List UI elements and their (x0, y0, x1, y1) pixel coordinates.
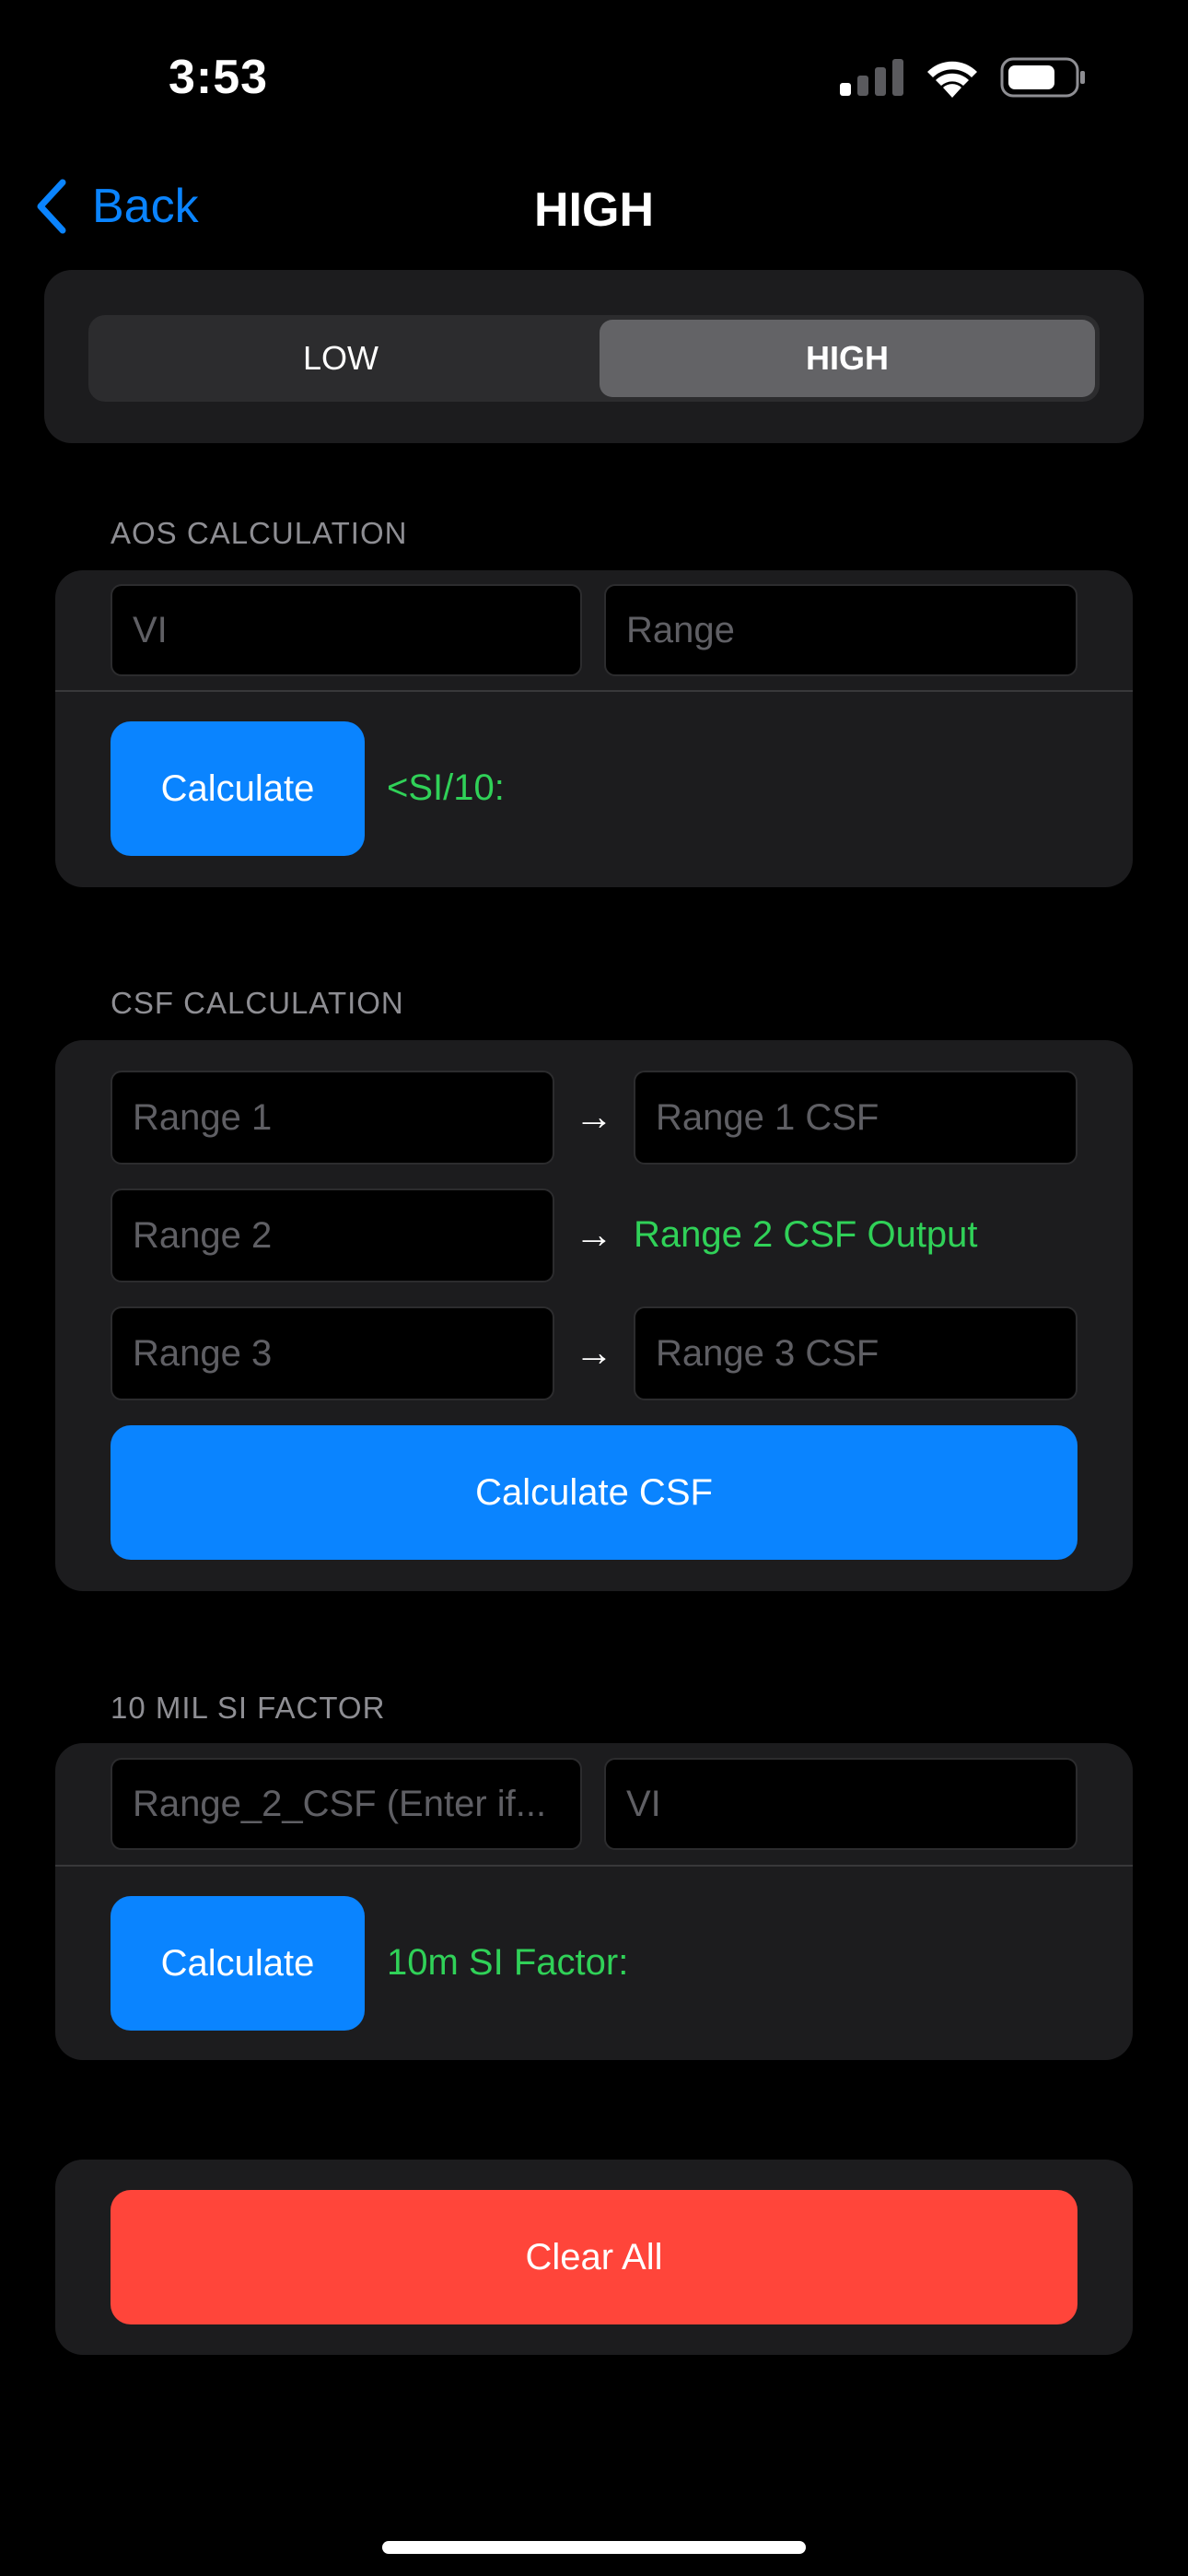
csf-section-header: CSF CALCULATION (111, 986, 404, 1020)
arrow-right-icon: → (575, 1330, 613, 1374)
page-title: HIGH (534, 183, 654, 237)
si-calculate-button[interactable]: Calculate (111, 1896, 365, 2031)
wifi-icon (927, 61, 977, 98)
mode-segmented-control[interactable]: LOW HIGH (88, 315, 1100, 402)
range-1-csf-output[interactable]: Range 1 CSF (634, 1071, 1077, 1165)
si-vi-input[interactable]: VI (604, 1758, 1077, 1850)
si-factor-section-header: 10 MIL SI FACTOR (111, 1691, 386, 1725)
aos-calculate-button[interactable]: Calculate (111, 721, 365, 856)
range-2-csf-input[interactable]: Range_2_CSF (Enter if... (111, 1758, 582, 1850)
range-3-csf-output[interactable]: Range 3 CSF (634, 1306, 1077, 1400)
si-factor-result: 10m SI Factor: (387, 1942, 629, 1983)
segment-low[interactable]: LOW (93, 320, 588, 397)
calculate-csf-button[interactable]: Calculate CSF (111, 1425, 1077, 1560)
range-2-input[interactable]: Range 2 (111, 1188, 554, 1282)
si-divider (55, 1865, 1133, 1867)
arrow-right-icon: → (575, 1095, 613, 1138)
range-2-csf-output: Range 2 CSF Output (634, 1214, 978, 1255)
arrow-right-icon: → (575, 1212, 613, 1256)
range-3-input[interactable]: Range 3 (111, 1306, 554, 1400)
aos-section-header: AOS CALCULATION (111, 516, 408, 550)
status-time: 3:53 (169, 51, 269, 104)
aos-vi-input[interactable]: VI (111, 584, 582, 676)
aos-divider (55, 690, 1133, 692)
segment-high[interactable]: HIGH (600, 320, 1095, 397)
aos-range-input[interactable]: Range (604, 584, 1077, 676)
cellular-signal-icon (840, 59, 903, 96)
aos-result: <SI/10: (387, 767, 505, 808)
range-1-input[interactable]: Range 1 (111, 1071, 554, 1165)
home-indicator[interactable] (382, 2541, 806, 2554)
clear-all-button[interactable]: Clear All (111, 2190, 1077, 2324)
battery-icon (1000, 57, 1085, 98)
status-icons (840, 57, 1087, 98)
